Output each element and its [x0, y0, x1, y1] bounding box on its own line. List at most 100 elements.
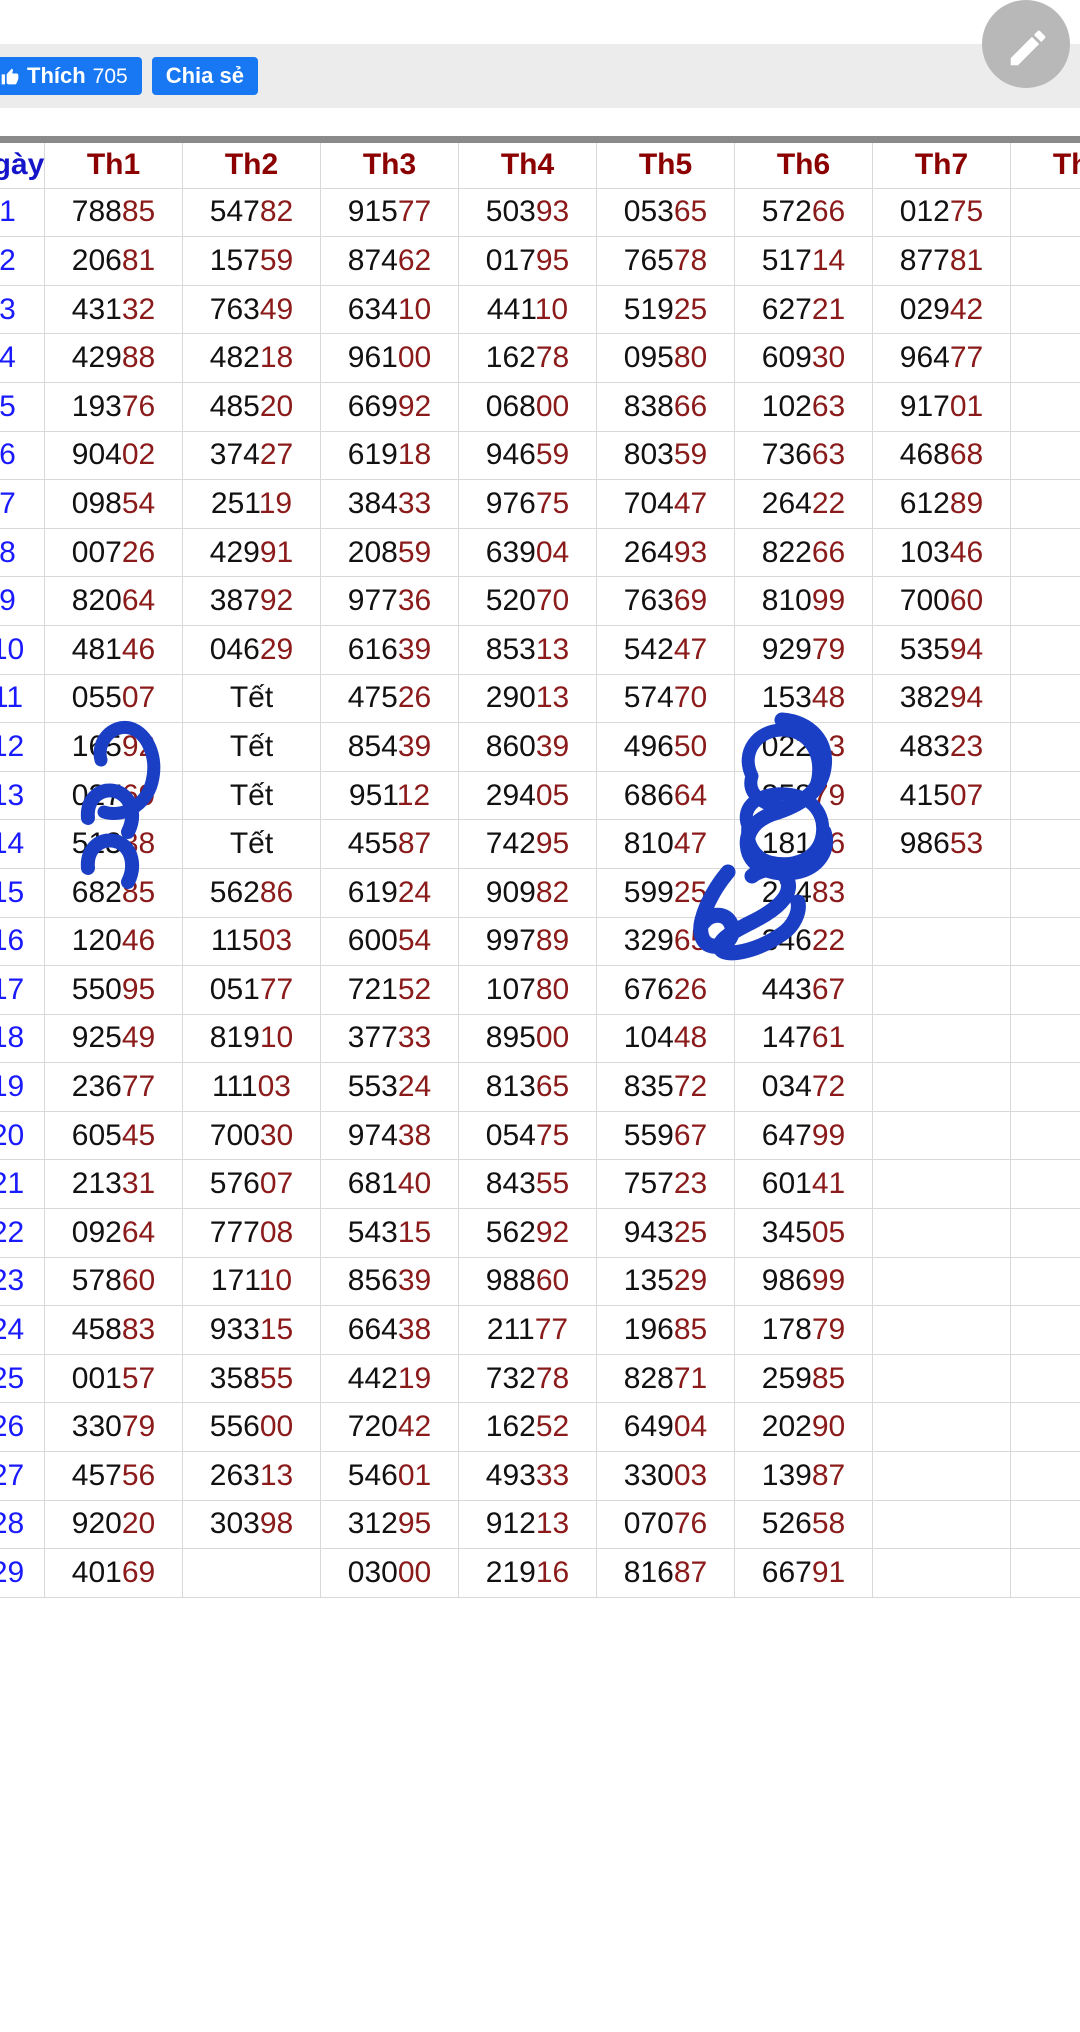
- table-row: 19236771110355324813658357203472: [0, 1063, 1080, 1112]
- result-number-cell: 10263: [735, 382, 873, 431]
- result-number-cell: 63904: [459, 528, 597, 577]
- day-number-cell: 3: [0, 285, 45, 334]
- result-number-cell: 70060: [873, 577, 1011, 626]
- result-number-cell: 87781: [873, 237, 1011, 286]
- result-number-cell: 90982: [459, 868, 597, 917]
- result-number-cell: 78885: [45, 188, 183, 237]
- result-number-cell: 05365: [597, 188, 735, 237]
- day-number-cell: 7: [0, 480, 45, 529]
- result-number-cell: 74295: [459, 820, 597, 869]
- result-number-cell: 92979: [735, 625, 873, 674]
- result-number-cell: 17879: [735, 1306, 873, 1355]
- table-row: 21213315760768140843557572360141: [0, 1160, 1080, 1209]
- thumbs-up-icon: [0, 66, 20, 86]
- empty-result-cell: [1011, 285, 1080, 334]
- result-number-cell: 48146: [45, 625, 183, 674]
- result-number-cell: 98860: [459, 1257, 597, 1306]
- result-number-cell: 63410: [321, 285, 459, 334]
- result-number-cell: 37427: [183, 431, 321, 480]
- result-number-cell: 68664: [597, 771, 735, 820]
- empty-result-cell: [1011, 1063, 1080, 1112]
- col-header-th6: Th6: [735, 140, 873, 189]
- result-number-cell: 76369: [597, 577, 735, 626]
- day-number-cell: 6: [0, 431, 45, 480]
- result-number-cell: 75723: [597, 1160, 735, 1209]
- result-number-cell: 83866: [597, 382, 735, 431]
- col-header-th3: Th3: [321, 140, 459, 189]
- empty-result-cell: [1011, 528, 1080, 577]
- result-number-cell: 81687: [597, 1549, 735, 1598]
- result-number-cell: 64904: [597, 1403, 735, 1452]
- result-number-cell: 55324: [321, 1063, 459, 1112]
- empty-result-cell: [1011, 771, 1080, 820]
- result-number-cell: 47526: [321, 674, 459, 723]
- result-number-cell: 25119: [183, 480, 321, 529]
- day-number-cell: 10: [0, 625, 45, 674]
- like-label: Thích: [27, 65, 86, 87]
- result-number-cell: 54315: [321, 1209, 459, 1258]
- day-number-cell: 25: [0, 1354, 45, 1403]
- result-number-cell: 45587: [321, 820, 459, 869]
- result-number-cell: 60930: [735, 334, 873, 383]
- result-number-cell: 17110: [183, 1257, 321, 1306]
- result-number-cell: 04629: [183, 625, 321, 674]
- result-number-cell: 05475: [459, 1111, 597, 1160]
- result-number-cell: 85639: [321, 1257, 459, 1306]
- result-number-cell: 03000: [321, 1549, 459, 1598]
- result-number-cell: 89500: [459, 1014, 597, 1063]
- result-number-cell: 26493: [597, 528, 735, 577]
- result-number-cell: 20859: [321, 528, 459, 577]
- result-number-cell: 56286: [183, 868, 321, 917]
- result-number-cell: 55967: [597, 1111, 735, 1160]
- result-number-cell: 19376: [45, 382, 183, 431]
- tet-holiday-cell: Tết: [183, 723, 321, 772]
- day-number-cell: 18: [0, 1014, 45, 1063]
- result-number-cell: 87462: [321, 237, 459, 286]
- result-number-cell: 56292: [459, 1209, 597, 1258]
- result-number-cell: 48323: [873, 723, 1011, 772]
- result-number-cell: 06800: [459, 382, 597, 431]
- result-number-cell: 37733: [321, 1014, 459, 1063]
- empty-result-cell: [1011, 237, 1080, 286]
- table-row: 28920203039831295912130707652658: [0, 1500, 1080, 1549]
- facebook-like-button[interactable]: Thích 705: [0, 57, 142, 95]
- empty-result-cell: [873, 1549, 1011, 1598]
- empty-result-cell: [873, 1500, 1011, 1549]
- result-number-cell: 11503: [183, 917, 321, 966]
- empty-result-cell: [1011, 1160, 1080, 1209]
- tet-holiday-cell: Tết: [183, 771, 321, 820]
- table-row: 24458839331566438211771968517879: [0, 1306, 1080, 1355]
- table-row: 16120461150360054997893296534622: [0, 917, 1080, 966]
- table-row: 22092647770854315562929432534505: [0, 1209, 1080, 1258]
- result-number-cell: 57860: [45, 1257, 183, 1306]
- empty-result-cell: [1011, 577, 1080, 626]
- table-row: 1216592Tết8543986039496500228348323: [0, 723, 1080, 772]
- col-header-th7: Th7: [873, 140, 1011, 189]
- spacer-under-social-bar: [0, 108, 1080, 136]
- result-number-cell: 19685: [597, 1306, 735, 1355]
- day-number-cell: 21: [0, 1160, 45, 1209]
- edit-fab-button[interactable]: [982, 0, 1070, 88]
- result-number-cell: 15348: [735, 674, 873, 723]
- empty-result-cell: [873, 917, 1011, 966]
- facebook-share-button[interactable]: Chia sẻ: [152, 57, 258, 95]
- empty-result-cell: [873, 966, 1011, 1015]
- result-number-cell: 82064: [45, 577, 183, 626]
- result-number-cell: 20290: [735, 1403, 873, 1452]
- social-share-bar: Thích 705 Chia sẻ: [0, 44, 1080, 108]
- empty-result-cell: [1011, 1452, 1080, 1501]
- result-number-cell: 51714: [735, 237, 873, 286]
- table-row: 15682855628661924909825992527483: [0, 868, 1080, 917]
- day-number-cell: 15: [0, 868, 45, 917]
- result-number-cell: 94659: [459, 431, 597, 480]
- top-white-strip: [0, 0, 1080, 44]
- result-number-cell: 68285: [45, 868, 183, 917]
- result-number-cell: 45883: [45, 1306, 183, 1355]
- result-number-cell: 43132: [45, 285, 183, 334]
- empty-result-cell: [1011, 625, 1080, 674]
- empty-result-cell: [873, 1014, 1011, 1063]
- result-number-cell: 91701: [873, 382, 1011, 431]
- result-number-cell: 38433: [321, 480, 459, 529]
- result-number-cell: 76349: [183, 285, 321, 334]
- like-count: 705: [93, 66, 128, 87]
